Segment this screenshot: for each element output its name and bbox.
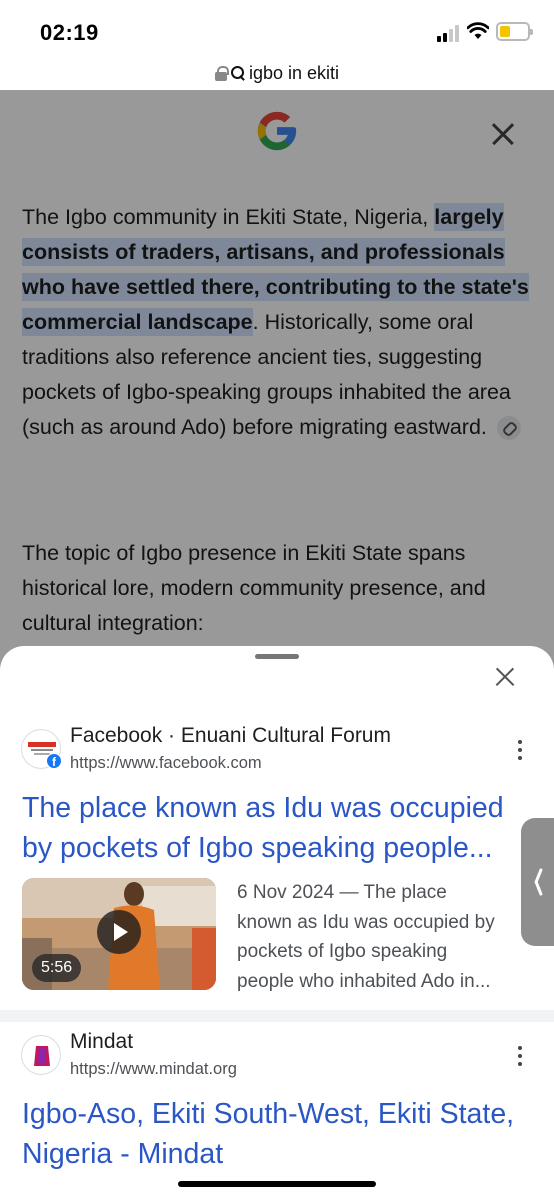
drag-handle[interactable] [255,654,299,659]
status-time: 02:19 [40,20,99,45]
result-title-link[interactable]: The place known as Idu was occupied by p… [22,788,534,868]
result-url: https://www.mindat.org [70,1060,237,1078]
video-duration: 5:56 [32,954,82,982]
home-indicator[interactable] [178,1181,376,1187]
address-bar[interactable]: igbo in ekiti [0,56,554,90]
more-vert-icon[interactable] [516,1046,524,1068]
chevron-left-icon [532,868,546,894]
cellular-signal-icon [437,24,463,42]
result-url: https://www.facebook.com [70,754,262,772]
battery-icon [496,22,533,41]
sheet-close-icon[interactable] [492,664,518,690]
play-icon[interactable] [97,910,141,954]
status-bar: 02:19 [0,0,554,56]
side-panel-tab[interactable] [521,818,554,946]
site-favicon [21,1035,61,1075]
lock-icon [214,65,229,81]
snippet-line: 6 Nov 2024 — The place [237,882,447,903]
result-snippet: 6 Nov 2024 — The place known as Idu was … [237,878,529,996]
more-vert-icon[interactable] [516,740,524,762]
facebook-icon: f [46,753,62,769]
result-divider [0,1010,554,1022]
video-thumbnail[interactable]: 5:56 [22,878,216,990]
snippet-line: people who inhabited Ado in... [237,970,491,992]
result-title-link[interactable]: Igbo-Aso, Ekiti South-West, Ekiti State,… [22,1094,534,1174]
search-icon [230,66,245,80]
wifi-icon [467,22,489,39]
snippet-line: known as Idu was occupied by [237,911,495,933]
snippet-line: pockets of Igbo speaking [237,941,448,962]
address-query: igbo in ekiti [248,62,340,83]
sources-bottom-sheet: f Facebook · Enuani Cultural Forum https… [0,646,554,1199]
result-site-name: Mindat [70,1030,134,1053]
result-site-name: Facebook · Enuani Cultural Forum [70,724,391,747]
